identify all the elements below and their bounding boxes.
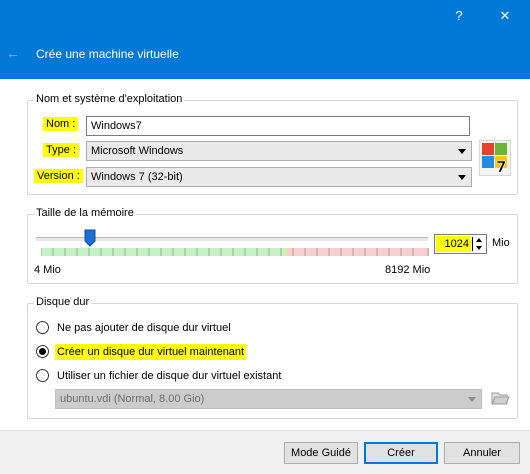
- arrow-left-icon[interactable]: ←: [6, 45, 20, 61]
- memory-value[interactable]: 1024: [436, 236, 471, 252]
- radio-button[interactable]: [36, 321, 49, 334]
- svg-text:7: 7: [496, 158, 506, 176]
- memory-legend: Taille de la mémoire: [34, 207, 136, 219]
- spin-up-icon[interactable]: [473, 236, 485, 244]
- disk-option-existing-label: Utiliser un fichier de disque dur virtue…: [57, 370, 282, 382]
- wizard-header: ← Crée une machine virtuelle: [0, 31, 530, 79]
- existing-disk-value: ubuntu.vdi (Normal, 8.00 Gio): [60, 393, 205, 405]
- type-label: Type :: [43, 143, 79, 157]
- existing-disk-select: ubuntu.vdi (Normal, 8.00 Gio): [55, 389, 482, 409]
- create-button[interactable]: Créer: [364, 442, 438, 464]
- spin-down-icon[interactable]: [473, 244, 485, 252]
- memory-max-label: 8192 Mio: [385, 264, 431, 276]
- chevron-down-icon: [468, 397, 476, 402]
- version-select[interactable]: Windows 7 (32-bit): [86, 167, 472, 187]
- close-button[interactable]: ✕: [482, 0, 528, 31]
- version-select-value: Windows 7 (32-bit): [91, 171, 183, 183]
- windows-7-icon: 7: [479, 140, 511, 176]
- chevron-down-icon: [458, 149, 466, 154]
- folder-open-icon: [491, 392, 510, 405]
- radio-button-checked[interactable]: [36, 345, 49, 358]
- window-titlebar: ? ✕: [0, 0, 530, 31]
- memory-scale-ticks: [41, 248, 429, 256]
- memory-min-label: 4 Mio: [34, 264, 61, 276]
- spin-buttons: [473, 236, 485, 252]
- wizard-title: Crée une machine virtuelle: [36, 47, 179, 61]
- type-select[interactable]: Microsoft Windows: [86, 141, 472, 161]
- chevron-down-icon: [458, 175, 466, 180]
- type-select-value: Microsoft Windows: [91, 145, 184, 157]
- name-os-legend: Nom et système d'exploitation: [34, 93, 185, 105]
- guided-mode-button[interactable]: Mode Guidé: [284, 442, 358, 464]
- disk-option-create-label: Créer un disque dur virtuel maintenant: [55, 344, 247, 360]
- name-label: Nom :: [43, 117, 79, 131]
- radio-button[interactable]: [36, 369, 49, 382]
- memory-slider-handle[interactable]: [84, 229, 96, 247]
- disk-legend: Disque dur: [34, 296, 92, 308]
- disk-option-none-label: Ne pas ajouter de disque dur virtuel: [57, 322, 231, 334]
- memory-unit: Mio: [492, 237, 510, 249]
- cancel-button[interactable]: Annuler: [444, 442, 520, 464]
- name-field[interactable]: Windows7: [86, 116, 470, 136]
- version-label: Version :: [34, 169, 83, 183]
- memory-spinbox[interactable]: 1024: [434, 234, 487, 254]
- help-button[interactable]: ?: [444, 0, 474, 31]
